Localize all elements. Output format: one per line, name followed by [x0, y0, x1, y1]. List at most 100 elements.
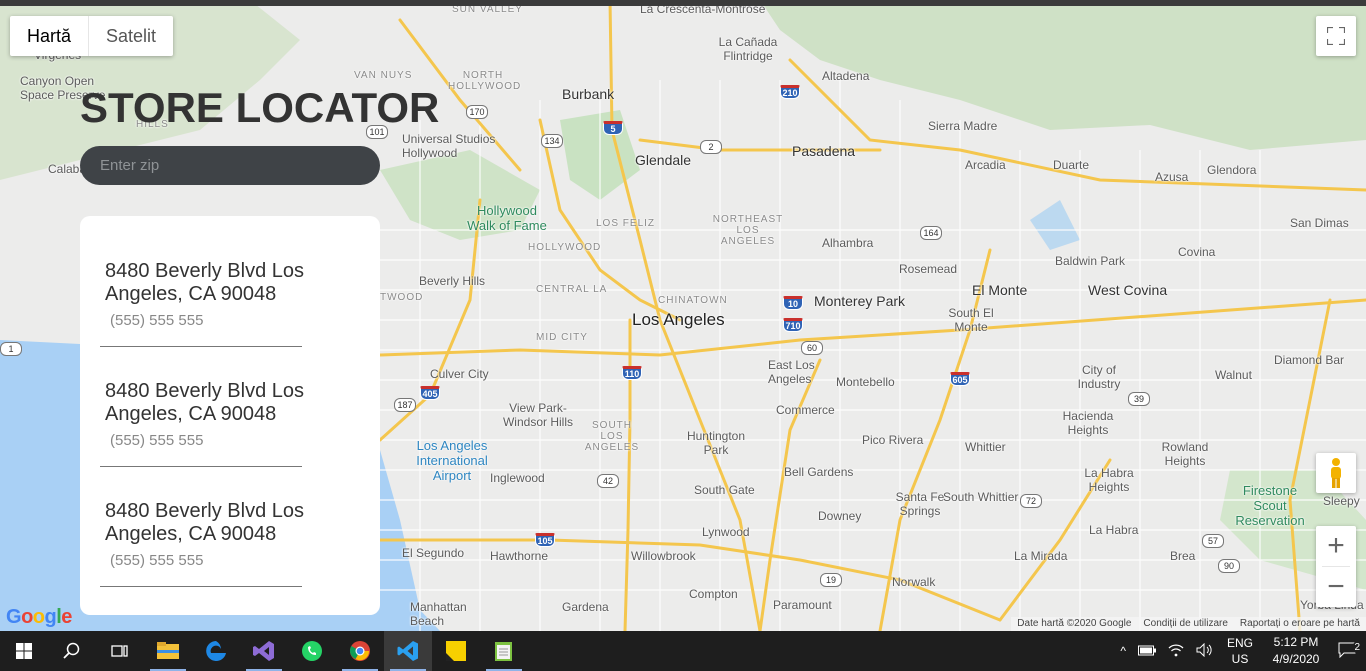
label-universal-studios: Universal Studios Hollywood — [402, 132, 496, 160]
start-button[interactable] — [0, 631, 48, 671]
top-strip — [0, 0, 1366, 6]
store-list-item[interactable]: 8480 Beverly Blvd Los Angeles, CA 90048 … — [80, 500, 380, 615]
edge-button[interactable] — [192, 631, 240, 671]
label-monterey-park: Monterey Park — [814, 293, 906, 309]
label-walnut: Walnut — [1215, 368, 1252, 382]
notepad-button[interactable] — [480, 631, 528, 671]
label-glendale: Glendale — [635, 152, 692, 168]
store-phone: (555) 555 555 — [110, 432, 204, 449]
street-view-pegman-button[interactable] — [1316, 453, 1356, 493]
store-address: 8480 Beverly Blvd Los Angeles, CA 90048 — [105, 260, 305, 305]
zip-search-input[interactable] — [80, 146, 380, 185]
label-twood: TWOOD — [380, 292, 424, 303]
label-hollywood: HOLLYWOOD — [528, 242, 602, 253]
visual-studio-icon — [253, 641, 274, 661]
notepad-icon — [495, 642, 512, 661]
store-phone: (555) 555 555 — [110, 552, 204, 569]
fullscreen-icon — [1327, 27, 1345, 45]
route-marker: 134 — [541, 134, 563, 148]
store-list-item[interactable]: 8480 Beverly Blvd Los Angeles, CA 90048 … — [80, 260, 380, 380]
route-shield: 605 — [950, 372, 970, 386]
map-type-map-button[interactable]: Hartă — [10, 16, 88, 56]
input-language-indicator[interactable]: ENG US — [1220, 635, 1260, 667]
volume-icon[interactable] — [1190, 642, 1220, 660]
folder-icon — [157, 642, 179, 659]
battery-icon[interactable] — [1132, 644, 1162, 659]
label-la-mirada: La Mirada — [1014, 549, 1068, 563]
label-brea: Brea — [1170, 549, 1196, 563]
lang-code: ENG — [1226, 636, 1253, 650]
label-hacienda-heights: Hacienda Heights — [1062, 409, 1114, 437]
label-south-el-monte: South El Monte — [948, 306, 994, 334]
route-shield: 110 — [622, 366, 642, 380]
notification-count: 2 — [1352, 641, 1362, 653]
minus-icon: − — [1327, 570, 1345, 603]
divider — [100, 466, 302, 467]
label-burbank: Burbank — [562, 86, 615, 102]
whatsapp-icon — [302, 641, 322, 661]
terms-link[interactable]: Condiții de utilizare — [1143, 617, 1228, 631]
show-hidden-icons-button[interactable]: ^ — [1114, 644, 1132, 658]
label-arcadia: Arcadia — [965, 158, 1006, 172]
route-shield: 405 — [420, 386, 440, 400]
lang-region: US — [1231, 652, 1249, 666]
route-marker: 170 — [466, 105, 488, 119]
zoom-out-button[interactable]: − — [1316, 567, 1356, 607]
clock[interactable]: 5:12 PM 4/9/2020 — [1260, 634, 1332, 668]
label-la-canada: La Cañada Flintridge — [718, 35, 778, 63]
store-list-item[interactable]: 8480 Beverly Blvd Los Angeles, CA 90048 … — [80, 380, 380, 500]
label-north-hollywood: NORTH HOLLYWOOD — [448, 70, 522, 92]
google-logo[interactable]: Google — [6, 606, 72, 629]
label-east-los-angeles: East Los Angeles — [768, 358, 815, 386]
label-central-la: CENTRAL LA — [536, 284, 608, 295]
label-culver-city: Culver City — [430, 367, 489, 381]
file-explorer-button[interactable] — [144, 631, 192, 671]
label-city-of-industry: City of Industry — [1077, 363, 1121, 391]
label-pasadena: Pasadena — [792, 143, 856, 159]
map-type-satellite-button[interactable]: Satelit — [88, 16, 173, 56]
vscode-button[interactable] — [384, 631, 432, 671]
task-view-button[interactable] — [96, 631, 144, 671]
map-attribution: Date hartă ©2020 Google Condiții de util… — [1011, 617, 1366, 631]
label-los-angeles: Los Angeles — [632, 310, 725, 329]
report-error-link[interactable]: Raportați o eroare pe hartă — [1240, 617, 1360, 631]
label-montebello: Montebello — [836, 375, 895, 389]
zoom-in-button[interactable]: + — [1316, 526, 1356, 566]
label-la-habra: La Habra — [1089, 523, 1139, 537]
label-el-segundo: El Segundo — [402, 546, 465, 560]
page-title: STORE LOCATOR — [80, 84, 440, 131]
speaker-icon — [1196, 642, 1212, 657]
label-view-park: View Park-Windsor Hills — [502, 401, 573, 429]
store-list: 8480 Beverly Blvd Los Angeles, CA 90048 … — [80, 216, 380, 615]
store-address: 8480 Beverly Blvd Los Angeles, CA 90048 — [105, 380, 305, 425]
route-marker: 19 — [820, 573, 842, 587]
label-whittier: Whittier — [965, 440, 1006, 454]
whatsapp-button[interactable] — [288, 631, 336, 671]
route-marker: 57 — [1202, 534, 1224, 548]
divider — [100, 346, 302, 347]
action-center-button[interactable]: 2 — [1332, 641, 1366, 661]
search-icon — [63, 642, 80, 659]
visual-studio-button[interactable] — [240, 631, 288, 671]
label-san-dimas: San Dimas — [1290, 216, 1349, 230]
label-diamond-bar: Diamond Bar — [1274, 353, 1345, 367]
fullscreen-button[interactable] — [1316, 16, 1356, 56]
label-duarte: Duarte — [1053, 158, 1090, 172]
label-south-gate: South Gate — [694, 483, 755, 497]
label-lax: Los Angeles International Airport — [416, 438, 488, 483]
store-phone: (555) 555 555 — [110, 312, 204, 329]
wifi-icon[interactable] — [1162, 643, 1190, 660]
chrome-button[interactable] — [336, 631, 384, 671]
search-button[interactable] — [48, 631, 96, 671]
sticky-notes-button[interactable] — [432, 631, 480, 671]
pegman-icon — [1331, 458, 1341, 488]
label-van-nuys: VAN NUYS — [354, 70, 413, 81]
route-shield: 10 — [783, 296, 803, 310]
system-tray: ^ ENG US 5:12 PM 4/9/2020 2 — [1114, 631, 1366, 671]
store-address: 8480 Beverly Blvd Los Angeles, CA 90048 — [105, 500, 305, 545]
label-sleepy: Sleepy — [1323, 494, 1360, 508]
label-norwalk: Norwalk — [892, 575, 936, 589]
label-baldwin-park: Baldwin Park — [1055, 254, 1126, 268]
label-el-monte: El Monte — [972, 282, 1028, 298]
label-hawthorne: Hawthorne — [490, 549, 549, 563]
